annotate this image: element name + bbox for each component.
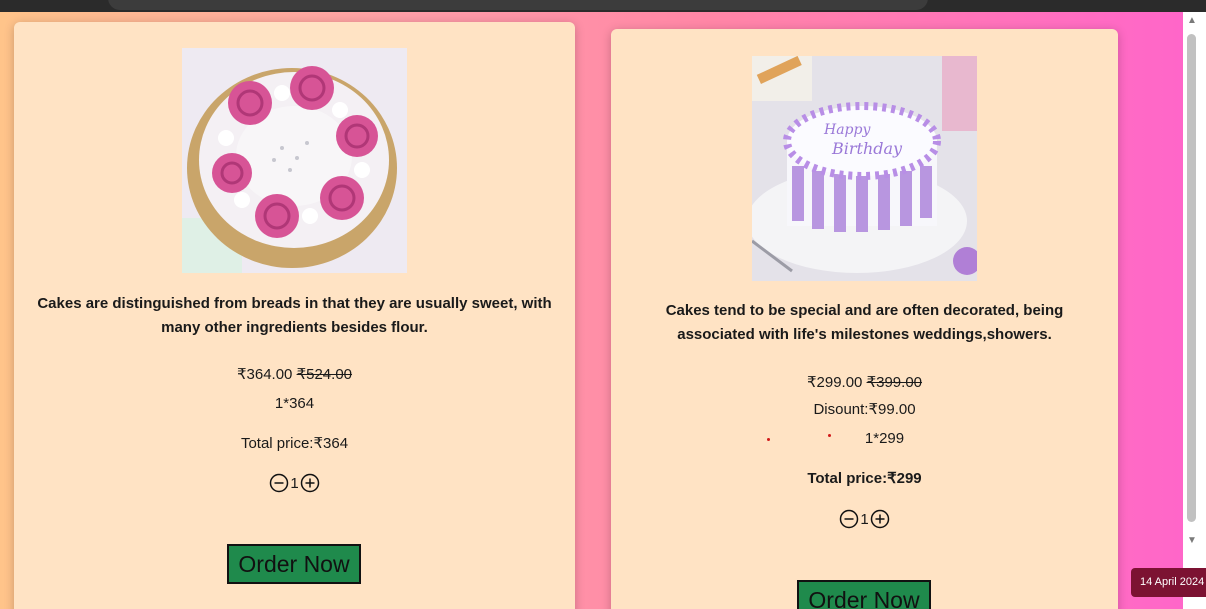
current-price: ₹299.00: [806, 374, 863, 391]
product-description: Cakes are distinguished from breads in t…: [37, 295, 552, 336]
price-calc: 1*299: [864, 430, 905, 447]
cake-image-birthday: Happy Birthday: [752, 56, 977, 281]
vertical-scrollbar[interactable]: ▲ ▼: [1183, 12, 1206, 609]
scrollbar-thumb[interactable]: [1187, 34, 1196, 522]
scroll-down-arrow-icon[interactable]: ▼: [1186, 536, 1198, 546]
order-now-button[interactable]: Order Now: [797, 580, 931, 609]
page-viewport: Cakes are distinguished from breads in t…: [0, 12, 1183, 609]
current-price: ₹364.00: [236, 366, 293, 383]
price-calc: 1*364: [274, 395, 315, 412]
total-price: Total price:₹299: [807, 470, 922, 487]
browser-top-bar: [0, 0, 1206, 12]
price-line: ₹364.00 ₹524.00: [14, 365, 575, 385]
minus-circle-icon[interactable]: [839, 509, 859, 529]
discount-line: Disount:₹99.00: [813, 401, 916, 418]
plus-circle-icon[interactable]: [870, 509, 890, 529]
total-price: Total price:₹364: [240, 435, 349, 452]
cake-image-rose: [182, 48, 407, 273]
original-price: ₹524.00: [296, 366, 353, 383]
minus-circle-icon[interactable]: [269, 473, 289, 493]
original-price: ₹399.00: [866, 374, 923, 391]
product-description: Cakes tend to be special and are often d…: [665, 302, 1064, 343]
order-now-button[interactable]: Order Now: [227, 544, 361, 584]
plus-circle-icon[interactable]: [300, 473, 320, 493]
quantity-stepper: 1: [611, 509, 1118, 529]
svg-text:Birthday: Birthday: [831, 139, 903, 158]
address-bar[interactable]: [108, 0, 928, 10]
scroll-up-arrow-icon[interactable]: ▲: [1186, 16, 1198, 26]
product-card: Cakes are distinguished from breads in t…: [14, 22, 575, 609]
quantity-value: 1: [290, 474, 299, 492]
product-card: Happy Birthday Cakes tend to be special …: [611, 29, 1118, 609]
svg-text:Happy: Happy: [823, 122, 871, 138]
quantity-value: 1: [860, 510, 869, 528]
quantity-stepper: 1: [14, 473, 575, 493]
date-badge: 14 April 2024: [1131, 568, 1206, 597]
price-line: ₹299.00 ₹399.00: [611, 373, 1118, 393]
